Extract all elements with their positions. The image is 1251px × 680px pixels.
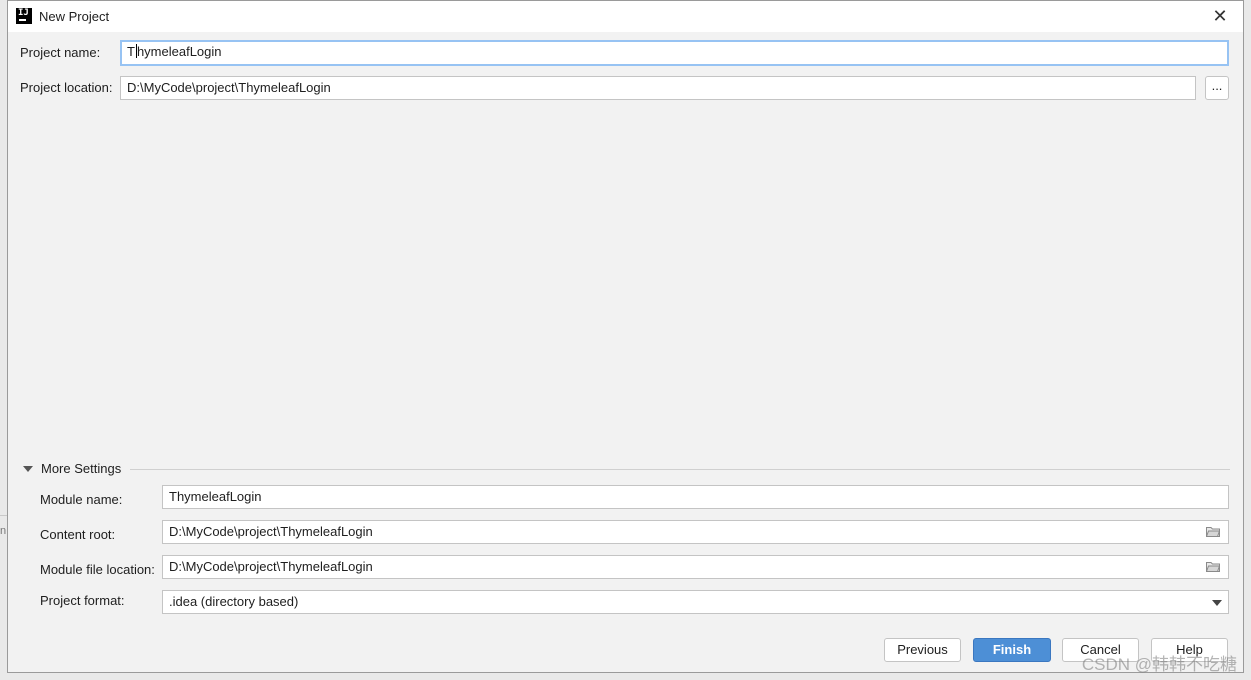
title-bar[interactable]: IJ New Project ✕ [8,1,1243,32]
project-name-label: Project name: [20,45,101,60]
background-divider [0,515,7,516]
expand-triangle-icon [23,466,33,472]
project-location-input[interactable]: D:\MyCode\project\ThymeleafLogin [120,76,1196,100]
new-project-dialog: IJ New Project ✕ Project name: Thymeleaf… [7,0,1244,673]
module-file-location-value: D:\MyCode\project\ThymeleafLogin [169,559,373,574]
background-text-fragment: n [0,525,7,537]
close-button[interactable]: ✕ [1211,7,1229,25]
folder-icon[interactable] [1206,561,1220,572]
module-file-location-label: Module file location: [40,562,155,577]
project-location-value: D:\MyCode\project\ThymeleafLogin [127,80,331,95]
finish-button[interactable]: Finish [973,638,1051,662]
text-caret [135,44,137,58]
more-settings-divider [130,469,1230,470]
project-location-label: Project location: [20,80,113,95]
content-root-value: D:\MyCode\project\ThymeleafLogin [169,524,373,539]
more-settings-title: More Settings [41,461,122,476]
previous-button[interactable]: Previous [884,638,961,662]
project-format-value: .idea (directory based) [169,594,299,609]
project-name-value: ThymeleafLogin [127,44,222,59]
window-title: New Project [39,9,110,24]
chevron-down-icon [1212,600,1222,606]
module-name-value: ThymeleafLogin [169,489,262,504]
project-format-select[interactable]: .idea (directory based) [162,590,1229,614]
intellij-app-icon: IJ [16,8,32,24]
content-root-input[interactable]: D:\MyCode\project\ThymeleafLogin [162,520,1229,544]
project-name-input[interactable]: ThymeleafLogin [120,40,1229,66]
content-root-label: Content root: [40,527,116,542]
browse-location-button[interactable]: ... [1205,76,1229,100]
folder-icon[interactable] [1206,526,1220,537]
module-name-input[interactable]: ThymeleafLogin [162,485,1229,509]
project-format-label: Project format: [40,593,125,608]
module-name-label: Module name: [40,492,123,507]
module-file-location-input[interactable]: D:\MyCode\project\ThymeleafLogin [162,555,1229,579]
watermark: CSDN @韩韩不吃糖 [1081,655,1237,674]
